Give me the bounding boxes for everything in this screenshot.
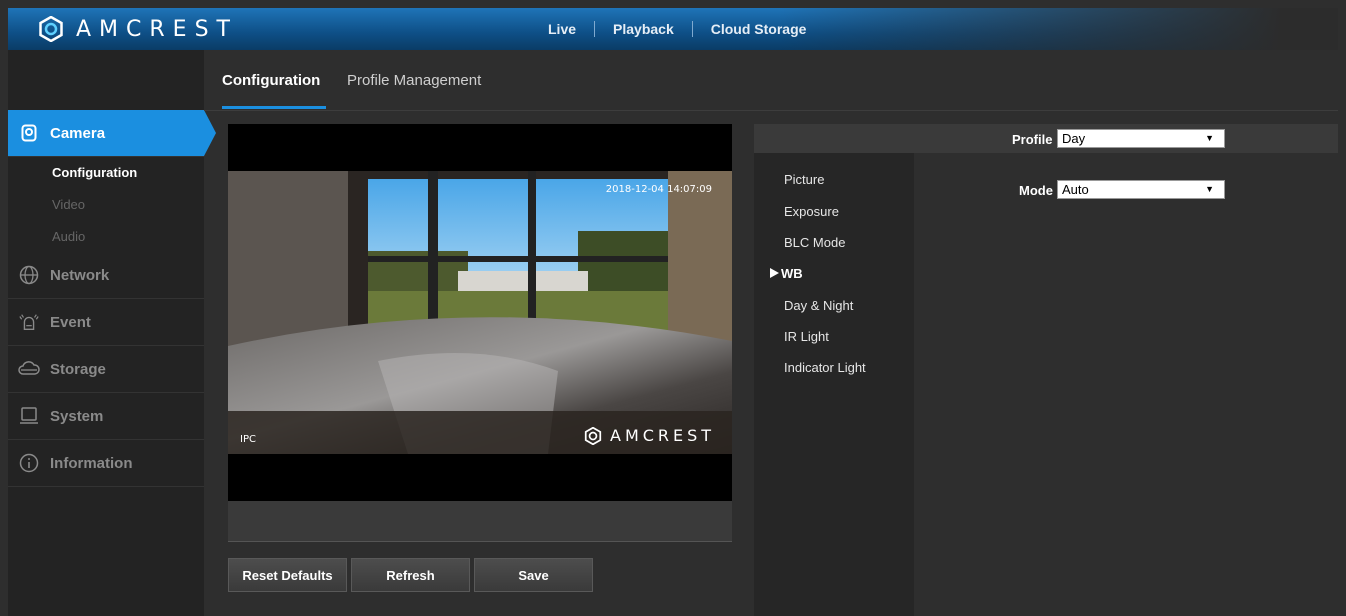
sidebar-sub-video[interactable]: Video [52, 197, 85, 212]
top-bar: AMCREST Live Playback Cloud Storage [8, 8, 1338, 50]
sidebar-item-label: Camera [50, 124, 106, 142]
menu-item-picture[interactable]: Picture [784, 172, 824, 187]
mode-select-value: Auto [1062, 182, 1089, 197]
profile-label: Profile [1012, 132, 1053, 147]
menu-item-exposure[interactable]: Exposure [784, 204, 839, 219]
tab-profile-management[interactable]: Profile Management [347, 72, 481, 89]
sidebar-item-label: Network [50, 266, 110, 284]
sidebar-item-network[interactable]: Network [8, 252, 204, 299]
sidebar-item-label: Information [50, 454, 133, 472]
active-arrow [204, 110, 216, 156]
menu-item-indicator-light[interactable]: Indicator Light [784, 360, 866, 375]
video-timestamp: 2018-12-04 14:07:09 [605, 184, 712, 195]
nav-live[interactable]: Live [530, 21, 594, 37]
sidebar-item-label: System [50, 407, 104, 425]
video-control-bar [228, 501, 732, 542]
mode-select[interactable]: Auto ▼ [1057, 180, 1225, 199]
menu-item-blc-mode[interactable]: BLC Mode [784, 235, 845, 250]
camera-icon [18, 122, 40, 144]
chevron-down-icon: ▼ [1205, 184, 1214, 194]
sidebar-item-label: Event [50, 313, 91, 331]
menu-item-wb-label: WB [781, 266, 803, 281]
sidebar: Camera Configuration Video Audio Network… [8, 50, 216, 616]
profile-select-value: Day [1062, 131, 1086, 146]
profile-select[interactable]: Day ▼ [1057, 129, 1225, 148]
top-bar-fade [778, 8, 1338, 50]
sidebar-item-information[interactable]: Information [8, 440, 204, 487]
sidebar-item-event[interactable]: Event [8, 299, 204, 346]
nav-cloud-storage[interactable]: Cloud Storage [693, 21, 825, 37]
settings-menu: Picture Exposure BLC Mode WB Day & Night… [754, 153, 914, 616]
brand-name: AMCREST [76, 16, 238, 42]
monitor-icon [18, 405, 40, 427]
sidebar-sub-configuration[interactable]: Configuration [52, 165, 137, 180]
tab-configuration[interactable]: Configuration [222, 72, 320, 89]
sidebar-item-storage[interactable]: Storage [8, 346, 204, 393]
amcrest-logo[interactable]: AMCREST [38, 12, 238, 46]
sidebar-item-camera[interactable]: Camera [8, 110, 216, 157]
amcrest-logo-icon [39, 16, 63, 42]
video-channel-label: IPC [240, 434, 256, 445]
reset-defaults-button[interactable]: Reset Defaults [228, 558, 347, 592]
chevron-down-icon: ▼ [1205, 133, 1214, 143]
sidebar-item-label: Storage [50, 360, 106, 378]
amcrest-watermark-icon [584, 426, 602, 445]
save-button[interactable]: Save [474, 558, 593, 592]
video-preview[interactable]: 2018-12-04 14:07:09 IPC AMCREST [228, 124, 732, 501]
profile-header: Profile Day ▼ [754, 124, 1338, 153]
watermark-text: AMCREST [610, 426, 716, 445]
network-globe-icon [18, 264, 40, 286]
nav-playback[interactable]: Playback [595, 21, 692, 37]
sidebar-sub-audio[interactable]: Audio [52, 229, 85, 244]
alarm-bell-icon [18, 311, 40, 333]
tab-bar: Configuration Profile Management [204, 50, 1338, 111]
refresh-button[interactable]: Refresh [351, 558, 470, 592]
menu-item-wb[interactable]: WB [770, 266, 803, 281]
main-nav: Live Playback Cloud Storage [530, 8, 824, 50]
menu-item-ir-light[interactable]: IR Light [784, 329, 829, 344]
info-icon [18, 452, 40, 474]
active-tab-underline [222, 106, 326, 109]
cloud-storage-icon [18, 358, 40, 380]
play-arrow-icon [770, 268, 779, 278]
camera-feed-image [228, 171, 732, 454]
mode-label: Mode [1019, 183, 1053, 198]
menu-item-day-night[interactable]: Day & Night [784, 298, 853, 313]
video-watermark: AMCREST [584, 426, 715, 445]
sidebar-item-system[interactable]: System [8, 393, 204, 440]
